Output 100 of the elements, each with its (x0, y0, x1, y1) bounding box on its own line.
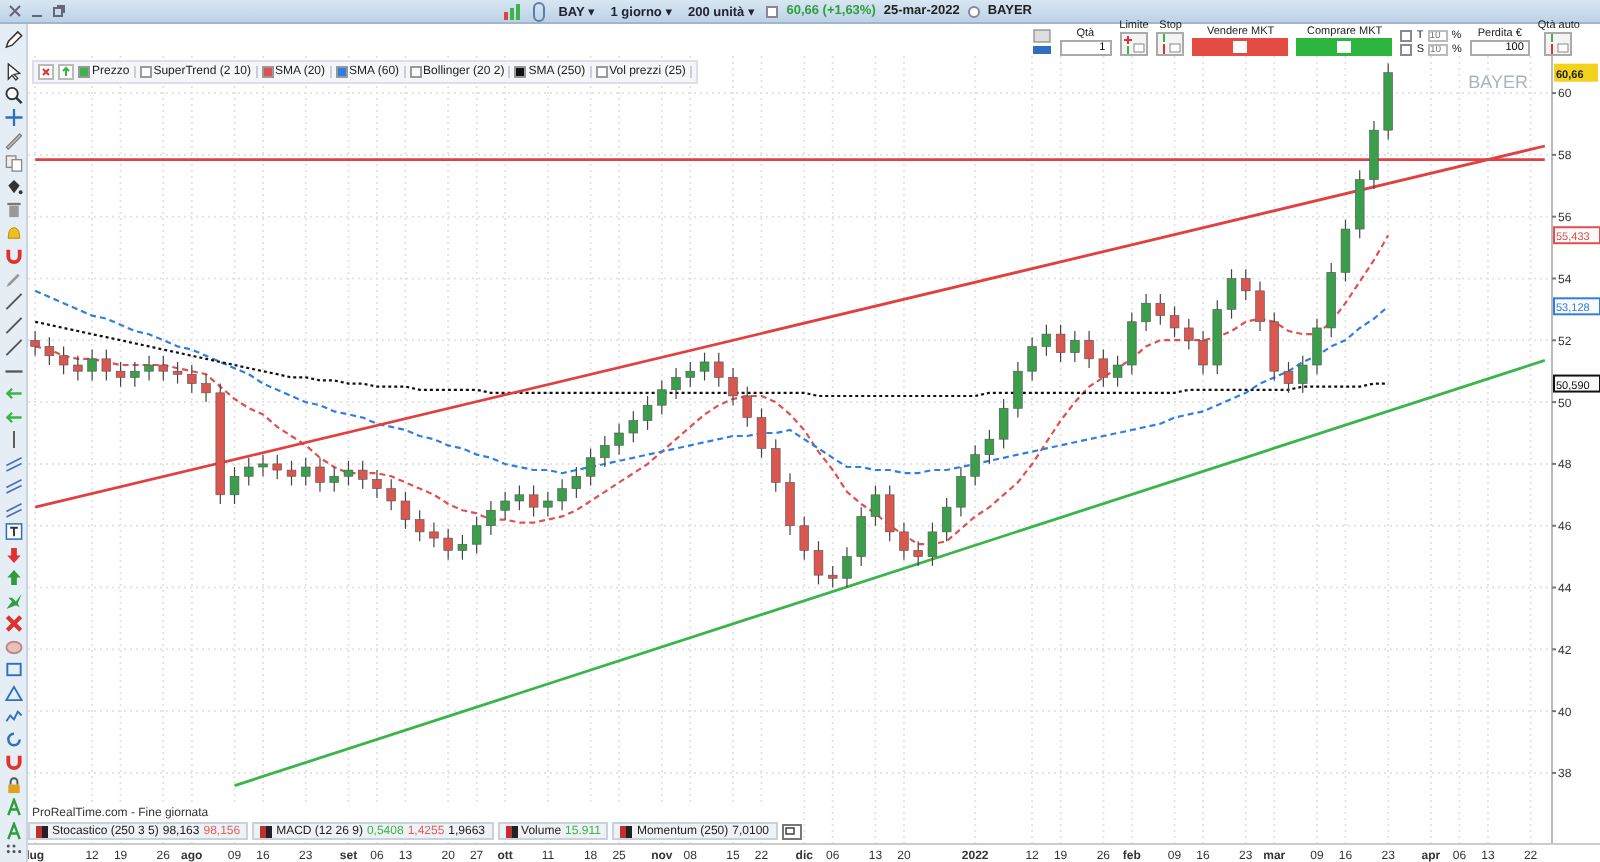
text-icon[interactable] (3, 522, 23, 542)
candlestick (286, 460, 297, 487)
candlestick (600, 435, 610, 468)
indicator-icon (36, 825, 48, 837)
down-icon[interactable] (3, 545, 23, 565)
move-icon[interactable] (3, 108, 23, 128)
cursor-icon[interactable] (3, 62, 23, 82)
plane-icon[interactable] (3, 591, 23, 611)
candlestick (771, 438, 781, 493)
candlestick (486, 500, 496, 536)
channel-icon[interactable] (3, 476, 23, 496)
ruler-icon[interactable] (3, 131, 23, 151)
up-icon[interactable] (3, 568, 23, 588)
lock-icon[interactable] (3, 775, 23, 795)
bell-icon[interactable] (3, 223, 23, 243)
bucket-icon[interactable] (3, 177, 23, 197)
legend-checkbox[interactable] (514, 66, 527, 78)
candlestick (1055, 324, 1066, 363)
candlestick (1383, 62, 1393, 141)
stop-checkbox[interactable] (1400, 44, 1413, 56)
letter-icon[interactable] (3, 821, 23, 841)
candlestick (742, 386, 752, 428)
chart-title: BAYER (1468, 72, 1528, 92)
close-icon[interactable] (38, 64, 54, 80)
candlestick (1226, 268, 1237, 320)
candlestick (528, 484, 539, 518)
candlestick (1084, 330, 1094, 369)
quote-checkbox[interactable] (766, 5, 779, 17)
pencil-icon[interactable] (3, 30, 23, 49)
candlestick (970, 444, 980, 487)
restore-icon[interactable] (52, 4, 66, 18)
name-radio[interactable] (967, 5, 980, 17)
candlestick (144, 355, 154, 382)
line-icon[interactable] (3, 315, 23, 335)
candlestick (1127, 311, 1137, 375)
signal-icon[interactable] (504, 3, 525, 19)
candlestick (585, 447, 596, 487)
zoom-icon[interactable] (3, 85, 23, 105)
candlestick (671, 367, 681, 400)
indicator-icon (620, 825, 633, 837)
candlestick (443, 528, 453, 561)
target-checkbox[interactable] (1400, 30, 1413, 42)
candlestick (172, 361, 183, 385)
legend-checkbox[interactable] (409, 66, 422, 78)
candlestick (927, 522, 938, 567)
candlestick (400, 491, 411, 530)
candlestick (201, 373, 211, 403)
rect-icon[interactable] (3, 660, 23, 680)
grip-icon[interactable] (5, 844, 21, 857)
line-icon[interactable] (3, 292, 23, 312)
letter-icon[interactable] (3, 798, 23, 818)
trash-icon[interactable] (3, 200, 23, 220)
candlestick (842, 546, 852, 589)
candlestick (785, 472, 795, 536)
candlestick (956, 466, 966, 518)
candlestick (941, 497, 952, 542)
candlestick (913, 540, 923, 567)
legend-checkbox[interactable] (78, 66, 90, 78)
candlestick (984, 429, 995, 465)
candlestick (1013, 361, 1023, 419)
cross-icon[interactable] (3, 614, 23, 634)
candlestick (329, 466, 339, 493)
candlestick (728, 367, 738, 406)
legend-checkbox[interactable] (595, 66, 608, 78)
candlestick (998, 398, 1009, 450)
limit-order-icon[interactable] (1119, 32, 1148, 56)
sell-button[interactable] (1192, 38, 1289, 56)
ellipse-icon[interactable] (3, 637, 23, 657)
order-ticket-icon (1336, 40, 1353, 54)
candlestick (642, 395, 653, 431)
candlestick (1141, 293, 1151, 332)
channel-icon[interactable] (3, 453, 23, 473)
magnet-icon[interactable] (3, 752, 23, 772)
legend-checkbox[interactable] (139, 66, 152, 78)
channel-icon[interactable] (3, 499, 23, 519)
stop-order-icon[interactable] (1156, 32, 1185, 56)
triangle-icon[interactable] (3, 683, 23, 703)
arrow-icon[interactable] (58, 64, 74, 80)
candlestick (414, 509, 425, 542)
auto-quantity-icon[interactable] (1544, 32, 1573, 56)
candlestick (471, 515, 482, 555)
line-icon[interactable] (3, 338, 23, 358)
candlestick (1098, 348, 1109, 388)
candlestick (429, 522, 439, 548)
magnet-icon[interactable] (3, 246, 23, 266)
candlestick (229, 466, 240, 505)
legend-checkbox[interactable] (335, 66, 348, 78)
candlestick (258, 454, 268, 477)
candlestick (1298, 355, 1308, 394)
candlestick (372, 469, 382, 499)
buy-button[interactable] (1296, 38, 1393, 56)
candlestick (899, 522, 909, 561)
candlestick (828, 565, 838, 589)
candlestick (1155, 293, 1165, 326)
candlestick (1198, 330, 1208, 375)
window-icon[interactable] (781, 823, 801, 839)
rotate-icon[interactable] (3, 729, 23, 749)
legend-checkbox[interactable] (261, 66, 273, 78)
candlestick (301, 457, 311, 487)
close-icon[interactable] (8, 4, 22, 18)
